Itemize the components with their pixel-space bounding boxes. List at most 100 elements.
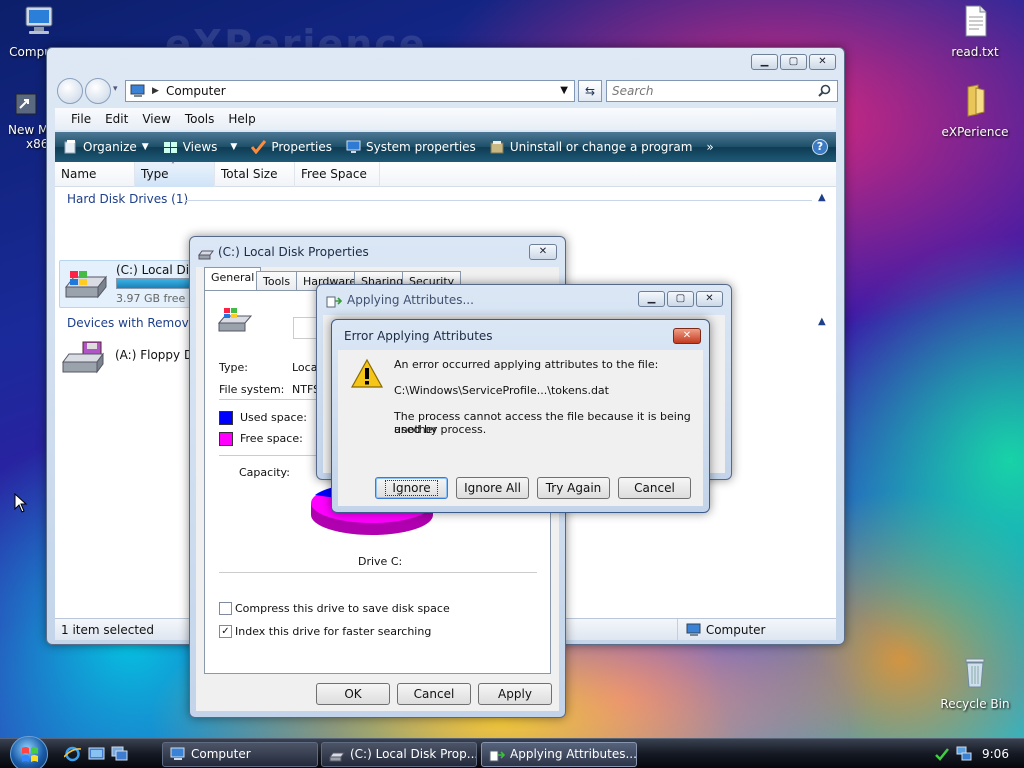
- network-icon[interactable]: [956, 746, 972, 762]
- minimize-button[interactable]: ▁: [751, 54, 778, 70]
- organize-icon: [64, 140, 76, 154]
- filesystem-label: File system:: [219, 383, 285, 396]
- menu-edit[interactable]: Edit: [105, 108, 128, 130]
- minimize-button[interactable]: ▁: [638, 291, 665, 307]
- organize-label: Organize: [83, 140, 137, 154]
- menu-tools[interactable]: Tools: [185, 108, 215, 130]
- hard-disk-icon: [218, 308, 252, 332]
- compress-label: Compress this drive to save disk space: [235, 602, 450, 615]
- windows-logo-icon: [22, 747, 38, 762]
- ignore-all-button[interactable]: Ignore All: [456, 477, 529, 499]
- error-message-line1: An error occurred applying attributes to…: [394, 358, 659, 371]
- status-location: Computer: [677, 619, 765, 641]
- start-button[interactable]: [10, 736, 48, 768]
- error-message-line3: another process.: [394, 423, 487, 436]
- taskbar-button-label: (C:) Local Disk Prop...: [350, 747, 477, 761]
- system-properties-label: System properties: [366, 140, 476, 154]
- search-input[interactable]: Search: [606, 80, 838, 102]
- index-checkbox[interactable]: ✓: [219, 625, 232, 638]
- column-name[interactable]: Name: [55, 162, 135, 187]
- used-space-label: Used space:: [240, 411, 308, 424]
- menu-file[interactable]: File: [71, 108, 91, 130]
- group-divider: [185, 200, 812, 201]
- security-shield-icon[interactable]: [934, 747, 950, 761]
- computer-small-icon: [170, 747, 185, 760]
- menu-bar: File Edit View Tools Help: [55, 108, 836, 130]
- text-file-icon: [965, 5, 987, 37]
- drive-c-free-text: 3.97 GB free of: [116, 292, 200, 305]
- column-headers: Name Type ˄ Total Size Free Space: [55, 161, 836, 187]
- close-button[interactable]: ✕: [696, 291, 723, 307]
- menu-view[interactable]: View: [142, 108, 170, 130]
- desktop-icon-recycle-bin[interactable]: Recycle Bin: [938, 656, 1012, 711]
- views-button[interactable]: Views ▼: [163, 140, 238, 154]
- back-button[interactable]: [57, 78, 83, 104]
- chevron-down-icon: ▼: [230, 142, 238, 152]
- views-icon: [163, 142, 177, 153]
- apply-button[interactable]: Apply: [478, 683, 552, 705]
- chevron-up-icon[interactable]: ▲: [818, 316, 828, 327]
- column-type[interactable]: Type ˄: [135, 161, 215, 187]
- computer-small-icon: [130, 84, 145, 97]
- mouse-cursor-icon: [14, 493, 28, 513]
- file-copy-icon: [489, 750, 505, 762]
- maximize-button[interactable]: ▢: [780, 54, 807, 70]
- type-label: Type:: [219, 361, 248, 374]
- taskbar-button-applying-attributes[interactable]: Applying Attributes...: [481, 742, 637, 767]
- refresh-button[interactable]: ⇆: [578, 80, 602, 102]
- search-icon[interactable]: [818, 84, 831, 97]
- column-free-space[interactable]: Free Space: [295, 162, 380, 187]
- help-icon[interactable]: ?: [812, 139, 828, 155]
- system-properties-button[interactable]: System properties: [346, 140, 476, 154]
- status-location-label: Computer: [705, 623, 766, 637]
- tab-general[interactable]: General: [204, 267, 262, 291]
- close-button[interactable]: ✕: [529, 244, 557, 260]
- show-desktop-icon[interactable]: [88, 746, 105, 762]
- desktop-icon-label: eXPerience: [941, 125, 1009, 139]
- recent-pages-chevron-icon[interactable]: ▾: [113, 84, 118, 94]
- desktop-icon-readtxt[interactable]: read.txt: [938, 4, 1012, 59]
- divider: [219, 572, 537, 573]
- error-file-path: C:\Windows\ServiceProfile...\tokens.dat: [394, 384, 609, 397]
- compress-checkbox[interactable]: [219, 602, 232, 615]
- close-button[interactable]: ✕: [673, 328, 701, 344]
- menu-help[interactable]: Help: [228, 108, 255, 130]
- cancel-button[interactable]: Cancel: [397, 683, 471, 705]
- ok-button[interactable]: OK: [316, 683, 390, 705]
- drive-a-item[interactable]: (A:) Floppy Dis: [59, 336, 203, 380]
- shortcut-icon: [15, 93, 37, 115]
- taskbar-button-properties[interactable]: (C:) Local Disk Prop...: [321, 742, 477, 767]
- desktop-icon-experience[interactable]: eXPerience: [938, 84, 1012, 139]
- ignore-button[interactable]: Ignore: [375, 477, 448, 499]
- maximize-button[interactable]: ▢: [667, 291, 694, 307]
- taskbar-button-computer[interactable]: Computer: [162, 742, 318, 767]
- breadcrumb-arrow-icon[interactable]: ▶: [152, 81, 159, 101]
- disk-small-icon: [329, 752, 345, 762]
- chevron-up-icon[interactable]: ▲: [818, 192, 828, 203]
- address-bar[interactable]: ▶ Computer ▼: [125, 80, 575, 102]
- internet-explorer-icon[interactable]: [64, 746, 81, 762]
- sort-arrow-icon: ˄: [171, 161, 175, 170]
- column-total-size[interactable]: Total Size: [215, 162, 295, 187]
- organize-button[interactable]: Organize ▼: [63, 140, 149, 154]
- tab-tools[interactable]: Tools: [256, 271, 298, 292]
- close-button[interactable]: ✕: [809, 54, 836, 70]
- error-dialog: Error Applying Attributes ✕ An error occ…: [331, 319, 710, 513]
- warning-icon: [350, 358, 384, 388]
- uninstall-button[interactable]: Uninstall or change a program: [490, 140, 692, 154]
- folder-icon: [967, 84, 985, 117]
- clock[interactable]: 9:06: [982, 739, 1009, 768]
- file-copy-icon: [326, 296, 342, 308]
- group-hard-disk-drives[interactable]: Hard Disk Drives (1): [67, 192, 188, 206]
- divider: [219, 399, 319, 400]
- monitor-check-icon: [346, 140, 361, 153]
- properties-dialog-title: (C:) Local Disk Properties: [218, 245, 369, 259]
- try-again-button[interactable]: Try Again: [537, 477, 610, 499]
- group-removable-devices[interactable]: Devices with Removabl: [67, 316, 207, 330]
- properties-button[interactable]: Properties: [251, 140, 332, 154]
- switch-windows-icon[interactable]: [111, 746, 128, 762]
- toolbar-overflow-icon[interactable]: »: [706, 140, 713, 154]
- cancel-button[interactable]: Cancel: [618, 477, 691, 499]
- address-dropdown-icon[interactable]: ▼: [560, 81, 568, 101]
- forward-button[interactable]: [85, 78, 111, 104]
